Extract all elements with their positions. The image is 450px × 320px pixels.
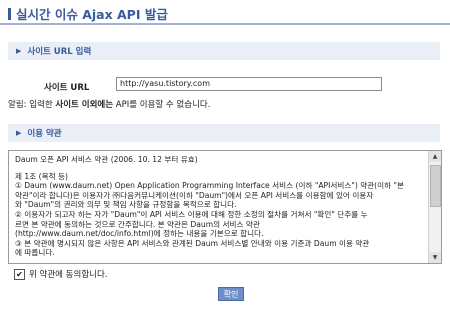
- terms-line: 제 1조 (목적 등): [15, 171, 68, 181]
- terms-line: ① Daum (www.daum.net) Open Application P…: [15, 181, 404, 191]
- scroll-up-icon[interactable]: ▲: [429, 151, 441, 162]
- terms-line: 약관"이라 합니다)은 이용자가 ㈜다음커뮤니케이션(이하 "Daum")에서 …: [15, 190, 374, 200]
- title-bar-icon: [8, 7, 11, 20]
- terms-line: [15, 165, 425, 172]
- terms-line: ② 이용자가 되고자 하는 자가 "Daum"이 API 서비스 이용에 대해 …: [15, 209, 368, 219]
- agree-row[interactable]: ✔ 위 약관에 동의합니다.: [14, 268, 108, 280]
- page-title: 실시간 이슈 Ajax API 발급: [8, 4, 168, 23]
- title-divider: [0, 23, 450, 25]
- terms-section-header: ▶ 이용 약관: [8, 124, 440, 142]
- terms-textarea[interactable]: Daum 오픈 API 서비스 약관 (2006. 10. 12 부터 유효) 제…: [8, 150, 442, 264]
- site-url-input[interactable]: http://yasu.tistory.com: [116, 77, 382, 91]
- site-url-section-title: 사이트 URL 입력: [27, 47, 92, 57]
- site-url-section-header: ▶ 사이트 URL 입력: [8, 42, 440, 60]
- section-arrow-icon: ▶: [16, 47, 22, 55]
- terms-line: Daum 오픈 API 서비스 약관 (2006. 10. 12 부터 유효): [15, 155, 198, 164]
- terms-line: 에 따릅니다.: [15, 248, 55, 258]
- site-url-label: 사이트 URL: [44, 83, 90, 93]
- scroll-thumb[interactable]: [430, 165, 441, 207]
- notice-prefix: 알림: 입력한: [8, 100, 56, 110]
- confirm-button[interactable]: 확인: [218, 287, 244, 301]
- terms-line: 와 "Daum"의 권리와 의무 및 책임 사항을 규정함을 목적으로 합니다.: [15, 200, 237, 210]
- agree-checkbox[interactable]: ✔: [14, 268, 25, 280]
- page-title-text: 실시간 이슈 Ajax API 발급: [16, 7, 168, 22]
- terms-content: Daum 오픈 API 서비스 약관 (2006. 10. 12 부터 유효) 제…: [15, 155, 425, 258]
- notice-emphasis: 사이트 이외에는: [55, 100, 114, 110]
- terms-line: (http://www.daum.net/doc/info.html)에 정하는…: [15, 229, 264, 239]
- notice-suffix: API를 이용할 수 없습니다.: [113, 100, 211, 110]
- terms-scrollbar[interactable]: ▲ ▼: [428, 151, 441, 263]
- section-arrow-icon: ▶: [16, 129, 22, 137]
- terms-section-title: 이용 약관: [27, 129, 62, 139]
- agree-label: 위 약관에 동의합니다.: [29, 270, 108, 280]
- scroll-down-icon[interactable]: ▼: [429, 252, 441, 263]
- terms-line: 르면 본 약관에 동의하는 것으로 간주합니다. 본 약관은 Daum의 서비스…: [15, 219, 260, 229]
- notice-text: 알림: 입력한 사이트 이외에는 API를 이용할 수 없습니다.: [8, 98, 210, 110]
- terms-line: ③ 본 약관에 명시되지 않은 사항은 API 서비스와 관계된 Daum 서비…: [15, 238, 370, 248]
